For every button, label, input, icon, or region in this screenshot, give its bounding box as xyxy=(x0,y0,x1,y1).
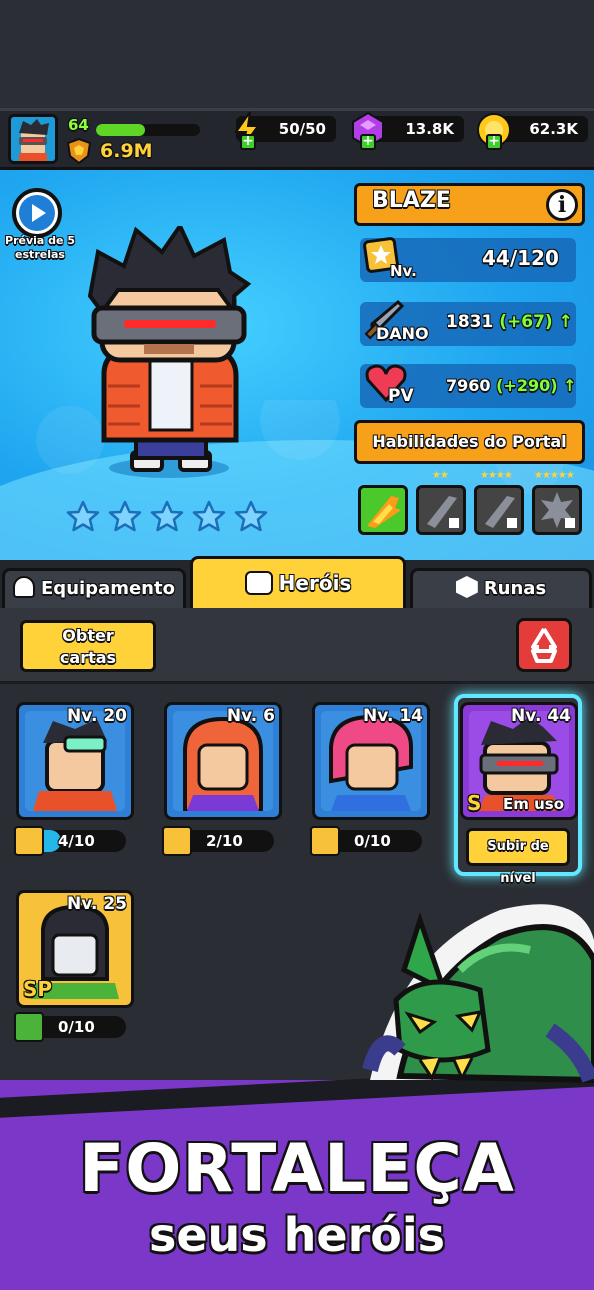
star-icon xyxy=(108,500,142,532)
card-2-mini-icon xyxy=(162,826,192,856)
damage-value: 1831 xyxy=(446,312,494,332)
player-level: 64 xyxy=(68,116,89,134)
damage-up-arrow-icon: ↑ xyxy=(558,312,573,332)
tab-herois[interactable]: Heróis xyxy=(190,556,406,610)
play-icon xyxy=(19,195,55,231)
coins-add-icon[interactable]: + xyxy=(486,134,502,150)
tab-runas-label: Runas xyxy=(483,578,547,599)
skill-4-stars: ★★★★★ xyxy=(534,470,575,481)
tab-equipamento-label: Equipamento xyxy=(41,578,175,599)
card-level: Nv. 14 xyxy=(363,706,423,726)
level-label: Nv. xyxy=(390,262,417,280)
tab-equipamento[interactable]: Equipamento xyxy=(2,568,186,608)
power-value: 6.9M xyxy=(100,140,153,162)
preview-label: Prévia de 5 estrelas xyxy=(5,234,75,261)
xp-bar-fill xyxy=(96,124,145,136)
coins-value: 62.3K xyxy=(529,120,578,138)
skill-slot-3[interactable] xyxy=(474,485,524,535)
energy-value: 50/50 xyxy=(278,120,326,138)
star-icon xyxy=(150,500,184,532)
beetle-monster xyxy=(362,904,594,1084)
card-level: Nv. 25 xyxy=(67,894,127,914)
hero-portrait-goggles xyxy=(25,711,125,811)
star-icon xyxy=(66,500,100,532)
banner-subtitle: seus heróis xyxy=(148,1208,446,1262)
helmet-icon xyxy=(13,576,36,598)
card-5-count: 0/10 xyxy=(58,1018,95,1036)
coins-pill[interactable]: 62.3K + xyxy=(477,113,588,150)
skill-slot-2[interactable] xyxy=(416,485,466,535)
hero-card-1[interactable]: Nv. 20 xyxy=(16,702,134,820)
hero-card-5[interactable]: Nv. 25 SP xyxy=(16,890,134,1008)
portal-skills-button[interactable]: Habilidades do Portal xyxy=(354,420,585,464)
banner-title: FORTALEÇA xyxy=(79,1130,515,1207)
star-icon xyxy=(192,500,226,532)
locked-skill-icon xyxy=(485,496,517,528)
tab-herois-label: Heróis xyxy=(278,571,352,595)
hero-name: BLAZE xyxy=(372,188,451,213)
get-cards-line2: cartas xyxy=(59,648,117,667)
hp-label: PV xyxy=(388,386,414,406)
card-1-mini-icon xyxy=(14,826,44,856)
card-3-mini-icon xyxy=(310,826,340,856)
hp-line: 7960 (+290) ↑ xyxy=(446,376,577,395)
level-up-button[interactable]: Subir de nível xyxy=(466,828,570,886)
hero-face-icon xyxy=(244,571,273,595)
hero-figure xyxy=(87,226,252,478)
energy-add-icon[interactable]: + xyxy=(240,134,256,150)
damage-label: DANO xyxy=(376,324,429,343)
hp-up-arrow-icon: ↑ xyxy=(563,376,577,395)
hero-portrait-pinkhair xyxy=(321,711,421,811)
tab-runas[interactable]: Runas xyxy=(410,568,592,608)
damage-line: 1831 (+67) ↑ xyxy=(446,312,573,332)
hp-value: 7960 xyxy=(446,376,491,395)
hero-portrait-redhair xyxy=(173,711,273,811)
gems-value: 13.8K xyxy=(405,120,454,138)
info-button[interactable]: i xyxy=(546,189,578,221)
damage-bonus: (+67) xyxy=(499,312,553,332)
card-rank-badge: SP xyxy=(23,977,53,1001)
power-shield-icon xyxy=(66,138,92,164)
hp-bonus: (+290) xyxy=(496,376,558,395)
card-level: Nv. 44 xyxy=(511,706,571,726)
top-area xyxy=(0,0,594,110)
card-1-count: 4/10 xyxy=(58,832,95,850)
level-value: 44/120 xyxy=(482,246,559,270)
rune-icon xyxy=(455,576,478,598)
hero-card-3[interactable]: Nv. 14 xyxy=(312,702,430,820)
preview-play-button[interactable] xyxy=(12,188,62,238)
locked-skill-icon xyxy=(427,496,459,528)
card-level: Nv. 6 xyxy=(226,706,275,726)
hero-card-4[interactable]: Nv. 44 S Em uso xyxy=(460,702,578,820)
in-use-label: Em uso xyxy=(503,795,565,813)
xp-bar xyxy=(96,124,200,136)
card-5-mini-icon xyxy=(14,1012,44,1042)
get-cards-line1: Obter xyxy=(62,626,114,645)
hero-card-2[interactable]: Nv. 6 xyxy=(164,702,282,820)
hero-stars xyxy=(66,500,268,534)
energy-pill[interactable]: 50/50 + xyxy=(234,111,336,150)
skill-2-stars: ★★ xyxy=(432,470,449,481)
fire-skill-icon xyxy=(367,496,401,528)
card-rank-badge: S xyxy=(467,791,482,815)
player-avatar[interactable] xyxy=(8,114,58,164)
card-level: Nv. 20 xyxy=(67,706,127,726)
gems-add-icon[interactable]: + xyxy=(360,134,376,150)
get-cards-button[interactable]: Obter cartas xyxy=(20,620,156,672)
star-icon xyxy=(234,500,268,532)
skill-slot-4[interactable] xyxy=(532,485,582,535)
recycle-button[interactable] xyxy=(516,618,572,672)
locked-skill-icon xyxy=(541,492,575,528)
recycle-icon xyxy=(531,627,557,663)
card-3-count: 0/10 xyxy=(354,832,391,850)
skill-3-stars: ★★★★ xyxy=(480,470,513,481)
card-2-count: 2/10 xyxy=(206,832,243,850)
skill-slot-1[interactable] xyxy=(358,485,408,535)
gems-pill[interactable]: 13.8K + xyxy=(352,111,464,150)
